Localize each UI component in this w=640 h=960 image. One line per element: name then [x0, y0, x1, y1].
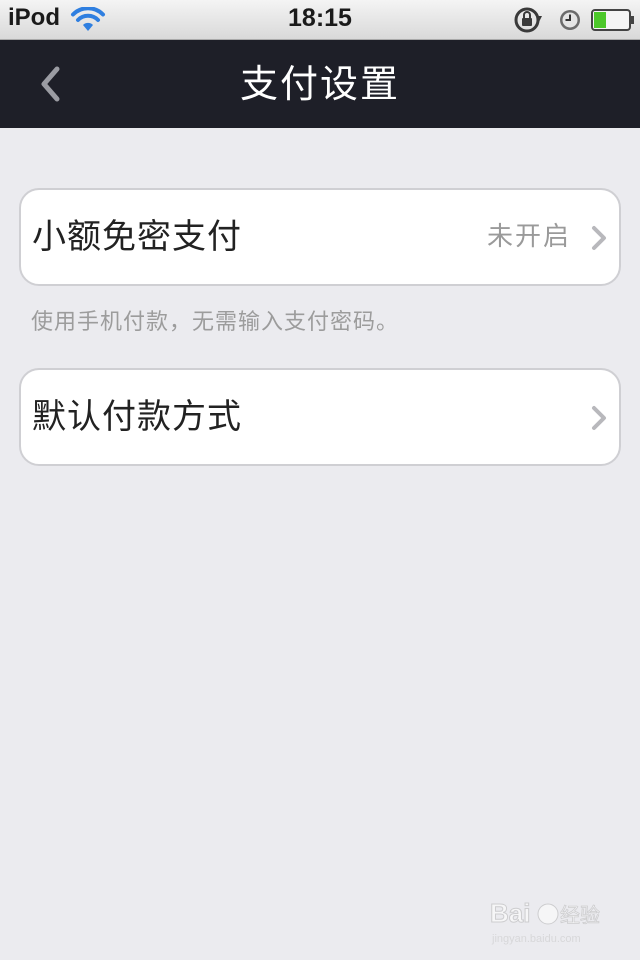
back-button[interactable]	[20, 54, 80, 114]
svg-text:jingyan.baidu.com: jingyan.baidu.com	[491, 933, 581, 945]
chevron-right-icon	[592, 226, 606, 250]
chevron-left-icon	[41, 66, 60, 102]
small-amount-payment-label: 小额免密支付	[32, 217, 242, 257]
alarm-icon	[560, 10, 580, 30]
rotation-lock-icon	[514, 7, 542, 33]
default-payment-method-cell[interactable]: 默认付款方式	[19, 368, 621, 466]
battery-icon	[591, 9, 634, 31]
nav-bar: 支付设置	[0, 40, 640, 128]
status-bar: iPod 18:15	[0, 0, 640, 40]
small-amount-payment-status: 未开启	[486, 222, 571, 252]
small-amount-payment-footer: 使用手机付款，无需输入支付密码。	[31, 310, 400, 335]
chevron-right-icon	[592, 406, 606, 430]
screen: iPod 18:15 支付设置 小额免密支付 未开启 使用手机付款，无需输入支付…	[0, 0, 640, 960]
default-payment-method-label: 默认付款方式	[32, 397, 242, 437]
baidu-jingyan-watermark: Bai 经验 jingyan.baidu.com	[490, 898, 601, 946]
svg-text:经验: 经验	[560, 903, 600, 927]
small-amount-payment-cell[interactable]: 小额免密支付 未开启	[19, 188, 621, 286]
svg-text:Bai: Bai	[490, 898, 530, 928]
page-title: 支付设置	[239, 62, 400, 106]
